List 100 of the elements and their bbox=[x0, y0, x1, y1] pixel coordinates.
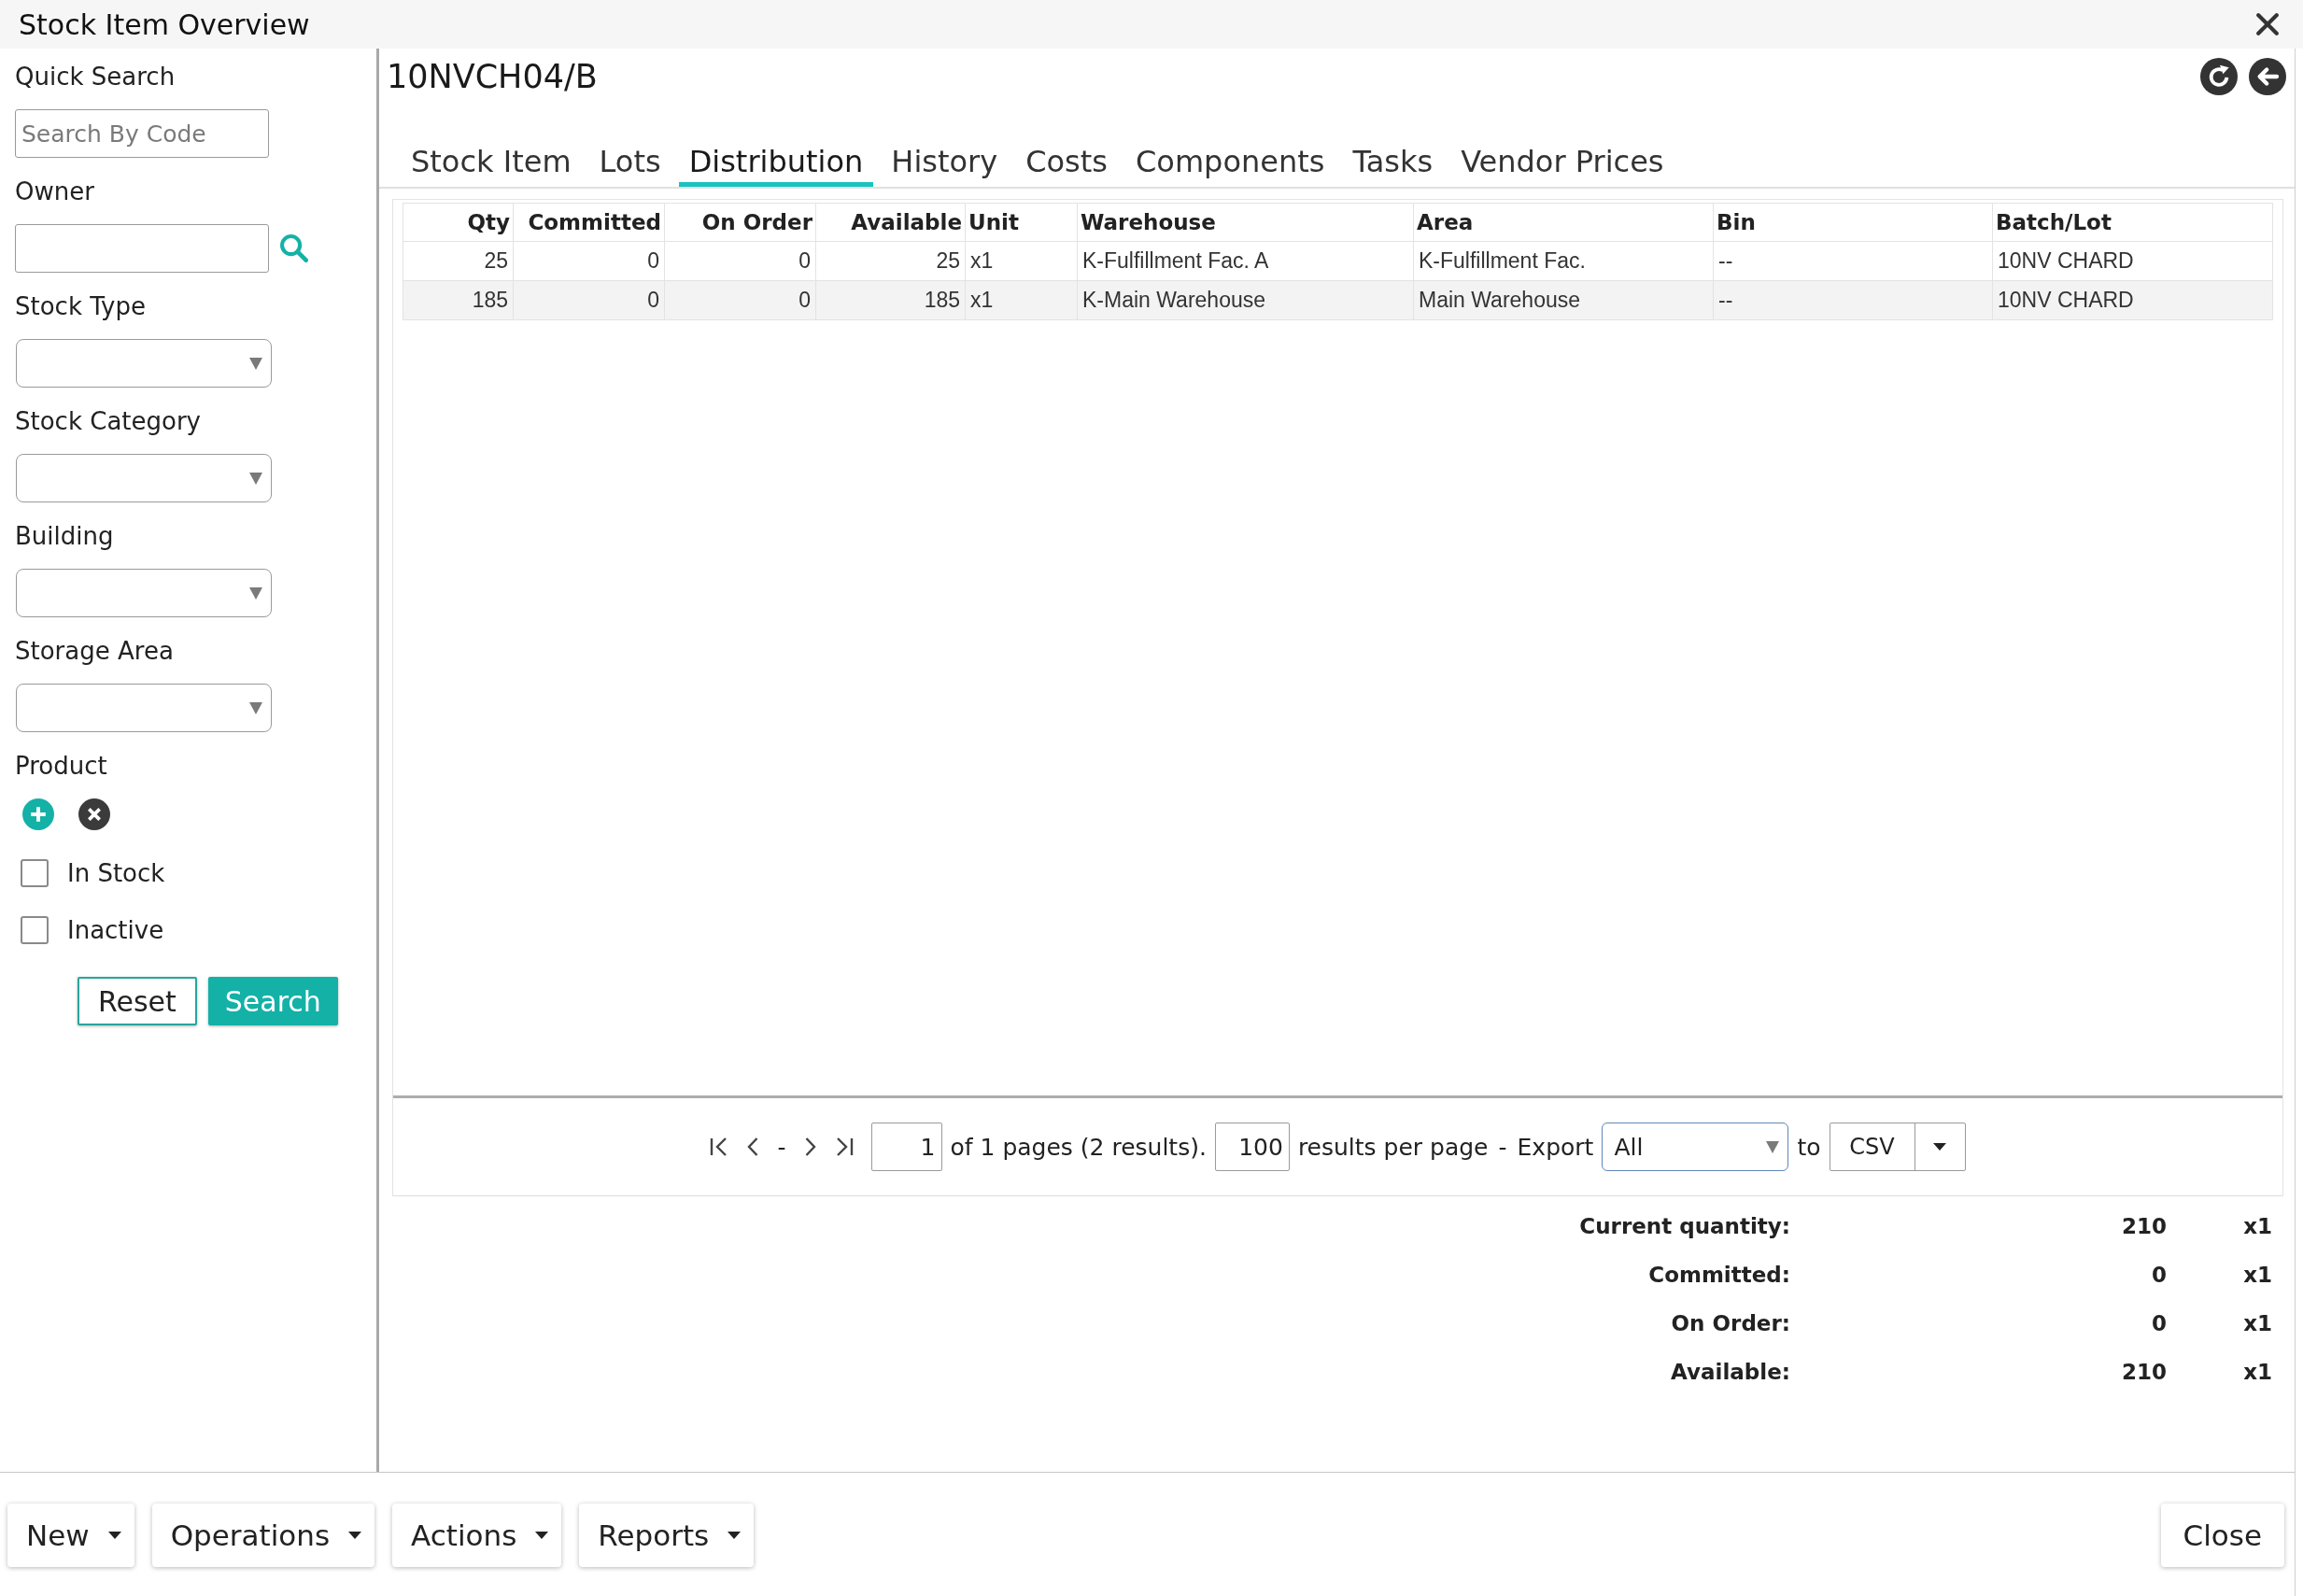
column-header: Qty bbox=[403, 203, 514, 242]
table-cell: 185 bbox=[403, 280, 514, 320]
table-cell: Main Warehouse bbox=[1413, 280, 1714, 320]
page-info: of 1 pages (2 results). bbox=[950, 1133, 1207, 1161]
column-header: Available bbox=[815, 203, 966, 242]
summary-value: 210 bbox=[2122, 1359, 2167, 1386]
search-icon[interactable] bbox=[280, 234, 308, 262]
summary-label: Committed: bbox=[1648, 1262, 1790, 1289]
field-label: Stock Category bbox=[15, 406, 201, 437]
close-icon[interactable] bbox=[2256, 13, 2279, 35]
field-label: Building bbox=[15, 521, 114, 552]
table-cell: -- bbox=[1713, 241, 1993, 281]
table-cell: 25 bbox=[403, 241, 514, 281]
column-header: Batch/Lot bbox=[1992, 203, 2273, 242]
caret-icon bbox=[249, 701, 262, 714]
next-page-icon[interactable] bbox=[804, 1137, 816, 1157]
pagination-separator: - bbox=[1498, 1133, 1507, 1161]
caret-icon bbox=[728, 1532, 742, 1539]
table-cell: 0 bbox=[513, 280, 665, 320]
pagination-separator: - bbox=[777, 1133, 786, 1161]
tab[interactable]: Vendor Prices bbox=[1450, 141, 1674, 187]
tab[interactable]: Distribution bbox=[678, 141, 874, 187]
column-header: Warehouse bbox=[1077, 203, 1414, 242]
summary-label: Current quantity: bbox=[1579, 1213, 1790, 1240]
column-header: On Order bbox=[664, 203, 816, 242]
checkbox-label: Inactive bbox=[67, 916, 164, 944]
table-cell: x1 bbox=[965, 280, 1078, 320]
to-label: to bbox=[1797, 1133, 1821, 1161]
reset-button[interactable]: Reset bbox=[78, 977, 197, 1025]
menu-button[interactable]: Reports bbox=[579, 1504, 755, 1567]
dropdown[interactable] bbox=[16, 684, 272, 732]
table-cell: 25 bbox=[815, 241, 966, 281]
previous-page-icon[interactable] bbox=[747, 1137, 759, 1157]
refresh-icon[interactable] bbox=[2200, 58, 2238, 95]
search-field[interactable]: Search By Code bbox=[15, 109, 269, 158]
summary-value: 0 bbox=[2152, 1262, 2167, 1289]
checkbox[interactable] bbox=[21, 859, 49, 887]
tab[interactable]: Tasks bbox=[1342, 141, 1444, 187]
tab[interactable]: History bbox=[881, 141, 1009, 187]
page-size-field[interactable]: 100 bbox=[1214, 1123, 1290, 1171]
checkbox[interactable] bbox=[21, 916, 49, 944]
table-cell: x1 bbox=[965, 241, 1078, 281]
menu-button[interactable]: Operations bbox=[151, 1504, 375, 1567]
tab[interactable]: Components bbox=[1125, 141, 1335, 187]
column-header: Area bbox=[1413, 203, 1714, 242]
caret-icon bbox=[1933, 1143, 1946, 1151]
dropdown[interactable] bbox=[16, 454, 272, 502]
table-cell: 0 bbox=[664, 280, 816, 320]
page-size-label: results per page bbox=[1297, 1133, 1489, 1161]
caret-icon bbox=[249, 357, 262, 370]
summary-unit: x1 bbox=[2243, 1262, 2272, 1289]
summary-value: 0 bbox=[2152, 1310, 2167, 1337]
text-field[interactable] bbox=[15, 224, 269, 273]
column-header: Unit bbox=[965, 203, 1078, 242]
field-label: Owner bbox=[15, 177, 94, 207]
page-field[interactable]: 1 bbox=[870, 1123, 942, 1171]
summary-label: Available: bbox=[1671, 1359, 1790, 1386]
field-label: Storage Area bbox=[15, 636, 174, 667]
plus-circle-icon[interactable] bbox=[22, 798, 54, 830]
summary-unit: x1 bbox=[2243, 1359, 2272, 1386]
window-title: Stock Item Overview bbox=[19, 7, 310, 41]
x-circle-icon[interactable] bbox=[78, 798, 110, 830]
table-cell: K-Main Warehouse bbox=[1077, 280, 1414, 320]
table-cell: 10NV CHARD bbox=[1992, 280, 2273, 320]
table-cell: 185 bbox=[815, 280, 966, 320]
caret-icon bbox=[535, 1532, 549, 1539]
table-cell: K-Fulfillment Fac. bbox=[1413, 241, 1714, 281]
first-page-icon[interactable] bbox=[710, 1137, 729, 1157]
summary-unit: x1 bbox=[2243, 1310, 2272, 1337]
caret-icon bbox=[1766, 1140, 1780, 1153]
item-title: 10NVCH04/B bbox=[387, 57, 598, 97]
tab[interactable]: Stock Item bbox=[401, 141, 582, 187]
field-label: Quick Search bbox=[15, 62, 176, 92]
menu-button[interactable]: New bbox=[7, 1504, 134, 1567]
tab[interactable]: Lots bbox=[588, 141, 671, 187]
table-cell: K-Fulfillment Fac. A bbox=[1077, 241, 1414, 281]
field-label: Product bbox=[15, 751, 107, 782]
column-header: Committed bbox=[513, 203, 665, 242]
summary-value: 210 bbox=[2122, 1213, 2167, 1240]
dropdown[interactable] bbox=[16, 569, 272, 617]
caret-icon bbox=[249, 586, 262, 600]
summary-unit: x1 bbox=[2243, 1213, 2272, 1240]
caret-icon bbox=[348, 1532, 362, 1539]
last-page-icon[interactable] bbox=[834, 1137, 854, 1157]
summary-label: On Order: bbox=[1671, 1310, 1790, 1337]
tab[interactable]: Costs bbox=[1015, 141, 1118, 187]
table-cell: 10NV CHARD bbox=[1992, 241, 2273, 281]
table-cell: 0 bbox=[513, 241, 665, 281]
menu-button[interactable]: Actions bbox=[392, 1504, 562, 1567]
column-header: Bin bbox=[1713, 203, 1993, 242]
caret-icon bbox=[107, 1532, 121, 1539]
format-select[interactable]: CSV bbox=[1829, 1123, 1966, 1171]
caret-icon bbox=[249, 472, 262, 485]
close-button[interactable]: Close bbox=[2160, 1504, 2284, 1567]
checkbox-label: In Stock bbox=[67, 859, 165, 887]
field-label: Stock Type bbox=[15, 291, 146, 322]
export-label: Export bbox=[1517, 1133, 1594, 1161]
table-cell: -- bbox=[1713, 280, 1993, 320]
export-scope-select[interactable]: All bbox=[1602, 1123, 1789, 1171]
dropdown[interactable] bbox=[16, 339, 272, 388]
